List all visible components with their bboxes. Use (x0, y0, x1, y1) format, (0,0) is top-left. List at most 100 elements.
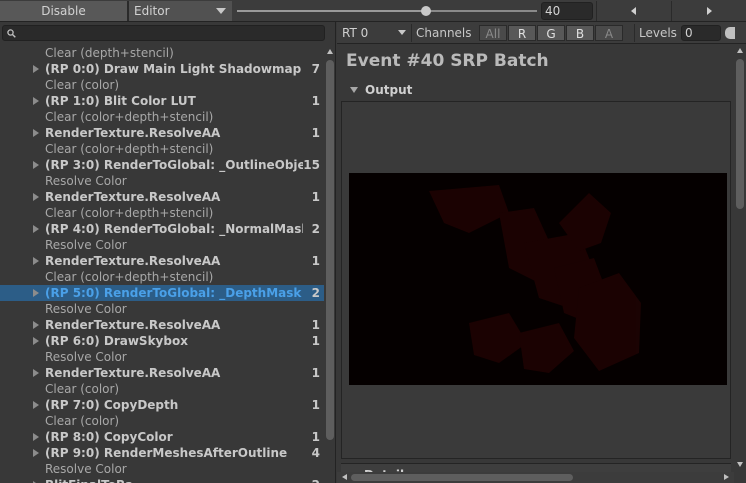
event-slider-thumb[interactable] (421, 6, 431, 16)
event-row-selected[interactable]: (RP 5:0) RenderToGlobal: _DepthMask 2 (0, 285, 324, 301)
foldout-arrow-icon[interactable] (33, 161, 39, 169)
event-list-scrollbar[interactable] (325, 46, 335, 483)
foldout-arrow-icon[interactable] (33, 433, 39, 441)
arrow-right-icon (707, 7, 712, 15)
next-event-button[interactable] (671, 1, 745, 21)
foldout-arrow-icon[interactable] (33, 97, 39, 105)
event-row[interactable]: RenderTexture.ResolveAA 1 (0, 317, 324, 333)
details-horizontal-scrollbar[interactable] (337, 472, 734, 483)
scroll-up-icon[interactable] (327, 49, 333, 54)
event-row[interactable]: (RP 9:0) RenderMeshesAfterOutline 4 (0, 445, 324, 461)
event-label: (RP 7:0) CopyDepth (45, 398, 179, 412)
event-row[interactable]: RenderTexture.ResolveAA 1 (0, 125, 324, 141)
event-draw-count: 2 (311, 286, 320, 300)
event-draw-count: 1 (311, 430, 320, 444)
foldout-arrow-icon[interactable] (33, 449, 39, 457)
channel-g-button[interactable]: G (537, 25, 565, 41)
channel-r-button[interactable]: R (508, 25, 536, 41)
event-title: Event #40 SRP Batch (346, 51, 549, 71)
render-target-dropdown[interactable]: RT 0 (337, 23, 410, 43)
event-draw-count: 1 (311, 94, 320, 108)
disable-button[interactable]: Disable (0, 1, 128, 21)
event-row[interactable]: (RP 8:0) CopyColor 1 (0, 429, 324, 445)
scroll-left-icon[interactable] (342, 474, 347, 480)
foldout-arrow-icon[interactable] (33, 289, 39, 297)
scroll-up-icon[interactable] (737, 48, 743, 53)
event-label: Clear (color+depth+stencil) (45, 142, 214, 156)
levels-slider-handle[interactable] (725, 27, 735, 39)
event-label: (RP 8:0) CopyColor (45, 430, 173, 444)
event-row[interactable]: Clear (color) (0, 77, 324, 93)
event-draw-count: 1 (311, 190, 320, 204)
foldout-arrow-icon[interactable] (33, 193, 39, 201)
scrollbar-thumb[interactable] (351, 474, 573, 481)
channel-a-button[interactable]: A (595, 25, 623, 41)
event-draw-count: 1 (311, 318, 320, 332)
scrollbar-thumb[interactable] (326, 60, 334, 440)
output-foldout[interactable]: Output (342, 82, 732, 98)
render-target-preview (349, 173, 727, 385)
event-row[interactable]: Clear (color+depth+stencil) (0, 109, 324, 125)
event-label: RenderTexture.ResolveAA (45, 366, 221, 380)
event-row[interactable]: Resolve Color (0, 237, 324, 253)
foldout-arrow-icon[interactable] (33, 369, 39, 377)
event-row[interactable]: Clear (color+depth+stencil) (0, 269, 324, 285)
event-label: Resolve Color (45, 238, 127, 252)
event-label: RenderTexture.ResolveAA (45, 126, 221, 140)
chevron-down-icon (216, 8, 226, 14)
chevron-down-icon (398, 30, 406, 35)
event-row[interactable]: Clear (color+depth+stencil) (0, 205, 324, 221)
scroll-down-icon[interactable] (737, 462, 743, 467)
channel-b-button[interactable]: B (566, 25, 594, 41)
event-row[interactable]: (RP 4:0) RenderToGlobal: _NormalMask 2 (0, 221, 324, 237)
event-row[interactable]: Clear (depth+stencil) (0, 45, 324, 61)
event-row[interactable]: Resolve Color (0, 173, 324, 189)
arrow-left-icon (631, 7, 636, 15)
event-draw-count: 15 (303, 158, 320, 172)
event-row[interactable]: Clear (color+depth+stencil) (0, 141, 324, 157)
foldout-arrow-icon[interactable] (33, 225, 39, 233)
event-row[interactable]: Clear (color) (0, 381, 324, 397)
details-vertical-scrollbar[interactable] (734, 45, 746, 472)
event-row[interactable]: (RP 0:0) Draw Main Light Shadowmap 7 (0, 61, 324, 77)
event-row[interactable]: Resolve Color (0, 301, 324, 317)
foldout-arrow-icon[interactable] (33, 337, 39, 345)
divider (634, 24, 635, 42)
event-row[interactable]: (RP 1:0) Blit Color LUT 1 (0, 93, 324, 109)
event-row[interactable]: (RP 3:0) RenderToGlobal: _OutlineObjectM… (0, 157, 324, 173)
event-number-field[interactable]: 40 (541, 2, 593, 20)
event-draw-count: 1 (311, 334, 320, 348)
scroll-right-icon[interactable] (724, 474, 729, 480)
foldout-arrow-icon[interactable] (33, 321, 39, 329)
render-target-label: RT 0 (342, 26, 369, 40)
event-row[interactable]: Resolve Color (0, 461, 324, 477)
event-label: BlitFinalToBa (45, 477, 303, 483)
search-input[interactable] (2, 25, 325, 41)
output-section (341, 101, 731, 459)
event-hierarchy-panel: Clear (depth+stencil) (RP 0:0) Draw Main … (0, 22, 336, 483)
event-row[interactable]: RenderTexture.ResolveAA 1 (0, 365, 324, 381)
event-row[interactable]: (RP 7:0) CopyDepth 1 (0, 397, 324, 413)
levels-field[interactable]: 0 (681, 25, 721, 41)
event-row[interactable]: BlitFinalToBa2 (0, 477, 324, 483)
output-label: Output (365, 83, 413, 97)
foldout-arrow-icon[interactable] (33, 129, 39, 137)
event-label: (RP 6:0) DrawSkybox (45, 334, 188, 348)
event-slider[interactable] (237, 6, 537, 16)
foldout-arrow-icon[interactable] (33, 65, 39, 73)
foldout-arrow-icon[interactable] (33, 257, 39, 265)
channel-all-button[interactable]: All (479, 25, 507, 41)
scrollbar-thumb[interactable] (736, 59, 744, 209)
previous-event-button[interactable] (596, 1, 670, 21)
event-row[interactable]: Resolve Color (0, 349, 324, 365)
event-row[interactable]: RenderTexture.ResolveAA 1 (0, 189, 324, 205)
event-row[interactable]: RenderTexture.ResolveAA 1 (0, 253, 324, 269)
event-label: Clear (color+depth+stencil) (45, 206, 214, 220)
levels-label: Levels (639, 26, 677, 40)
event-row[interactable]: Clear (color) (0, 413, 324, 429)
event-draw-count: 2 (300, 477, 320, 483)
event-label: Resolve Color (45, 302, 127, 316)
foldout-arrow-icon[interactable] (33, 401, 39, 409)
target-dropdown[interactable]: Editor (128, 1, 232, 21)
event-row[interactable]: (RP 6:0) DrawSkybox 1 (0, 333, 324, 349)
